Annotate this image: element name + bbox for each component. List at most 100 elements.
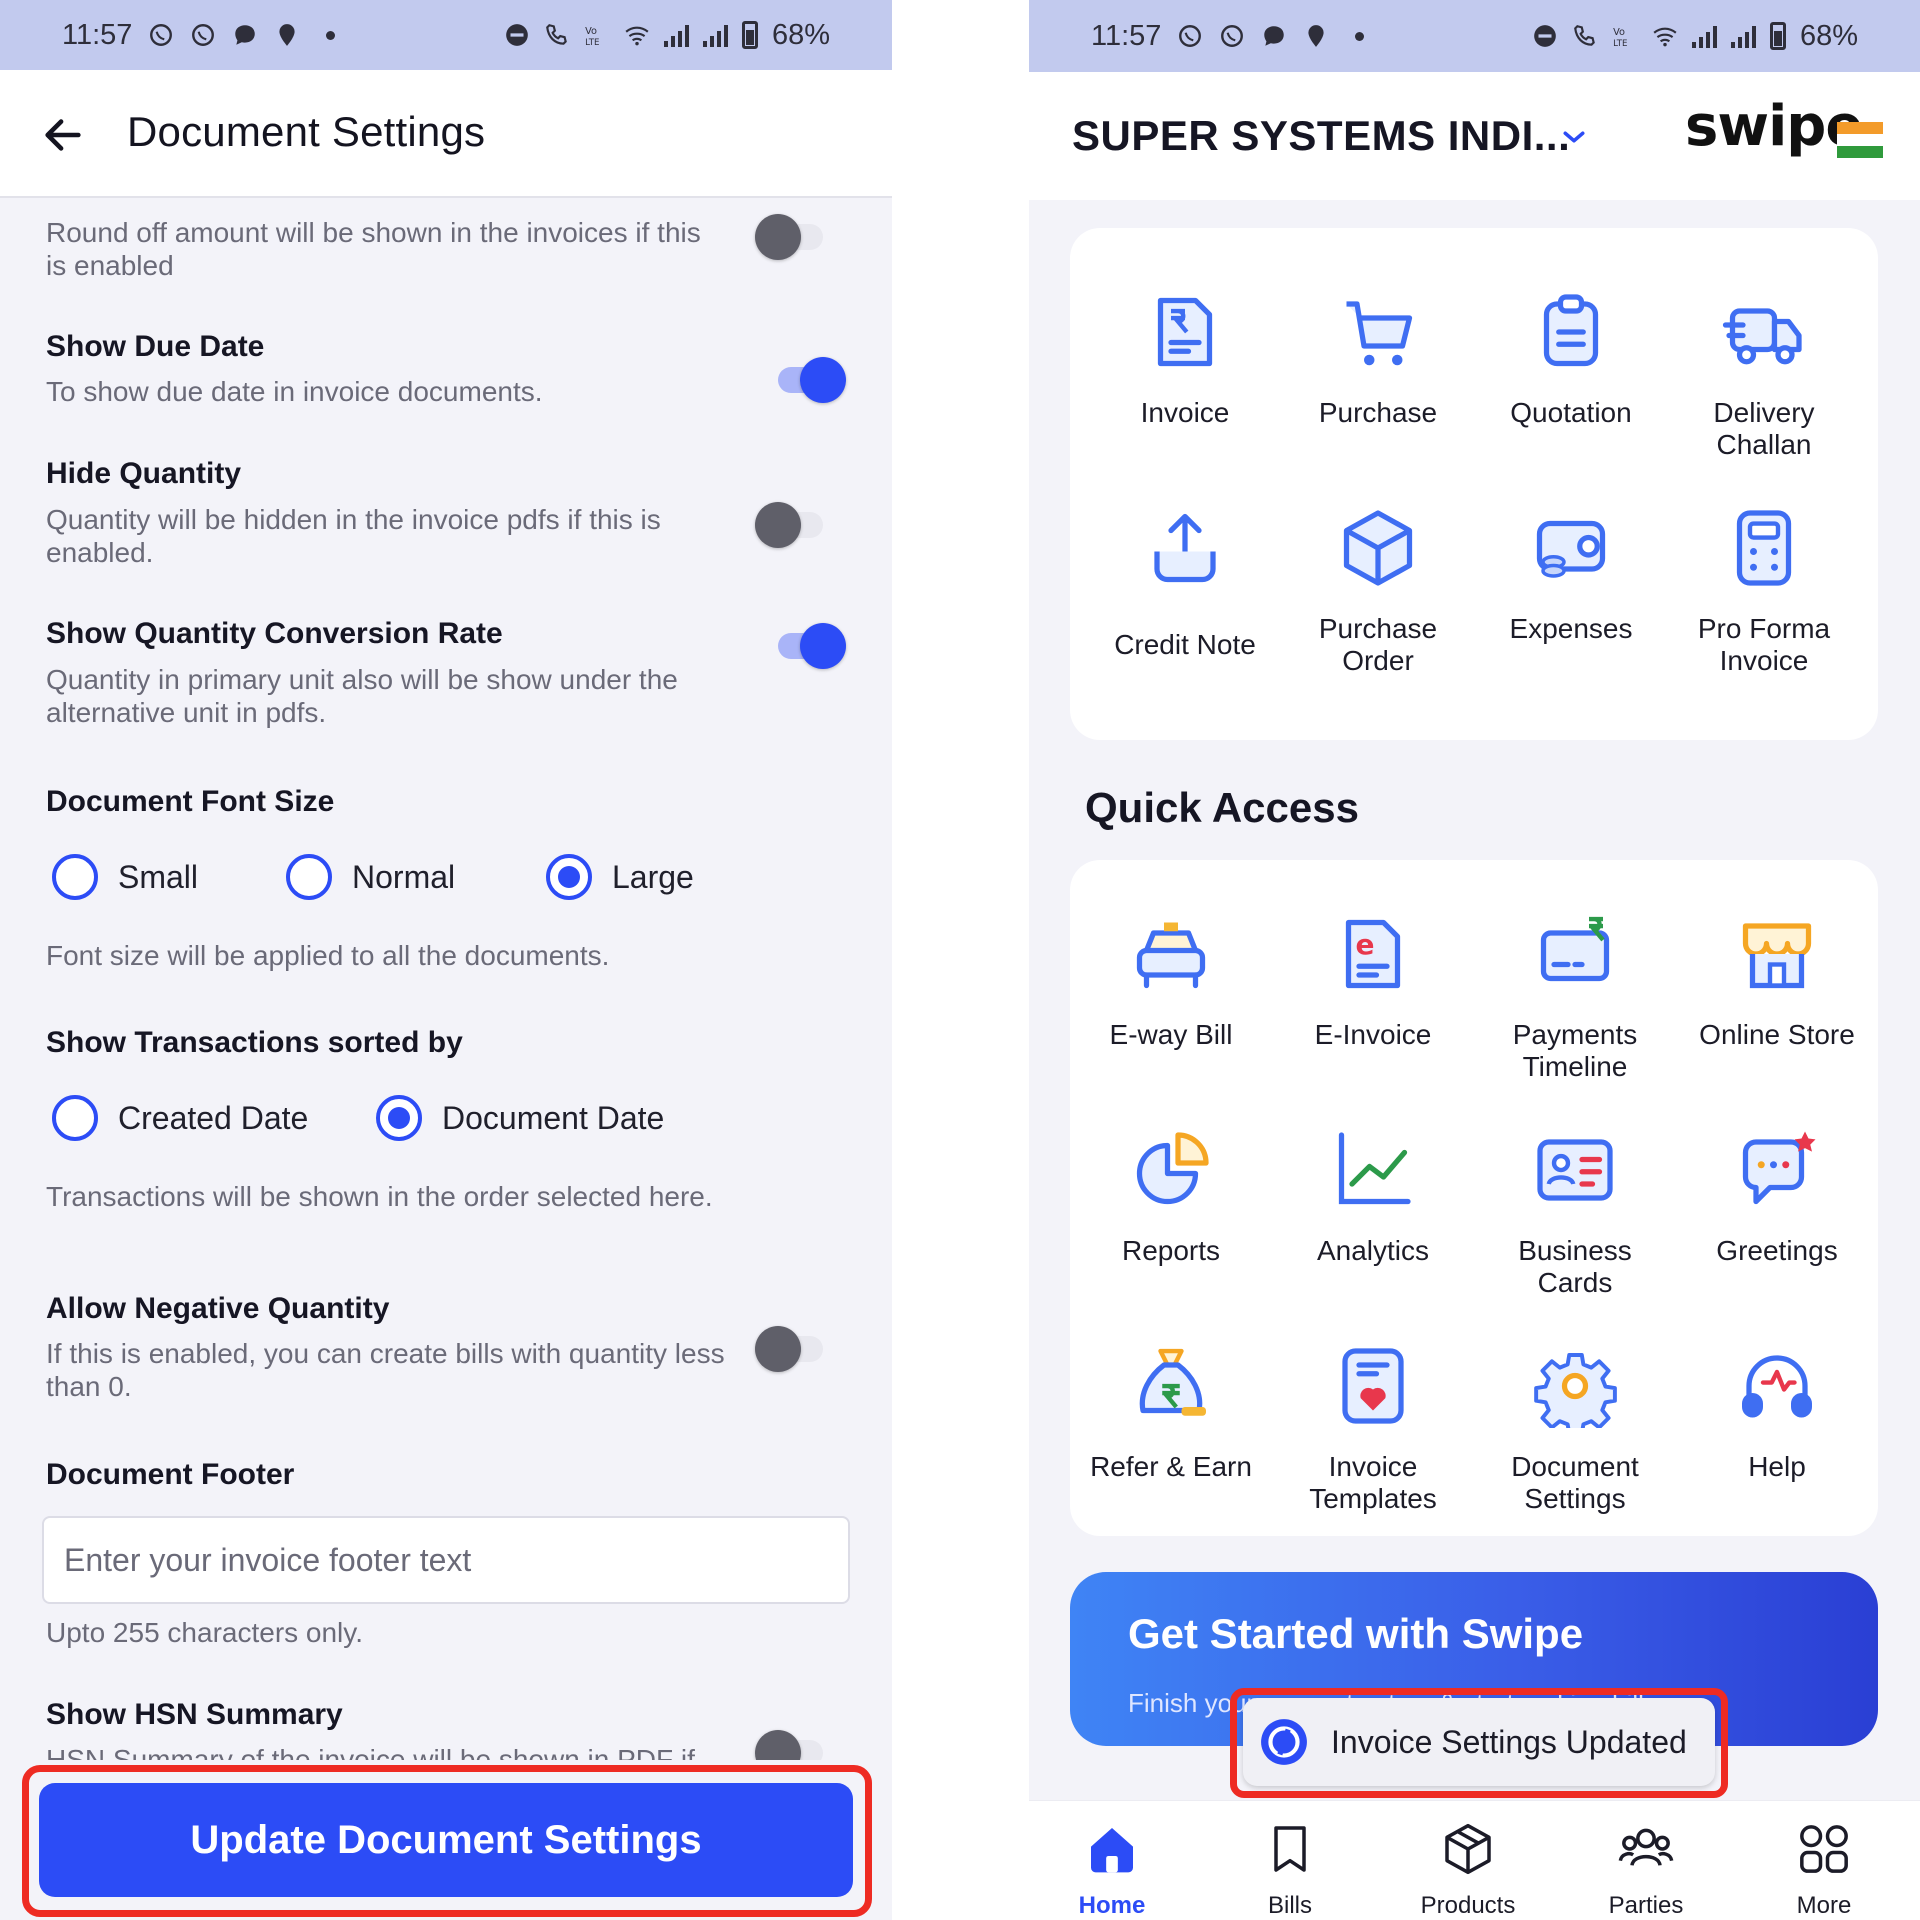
setting-due-date-desc: To show due date in invoice documents. (46, 376, 543, 407)
home-screen: 11:57 Vo LTE 68% SUPER SYSTEMS INDI... sw… (1029, 0, 1920, 1920)
svg-text:e: e (1356, 928, 1375, 961)
tile-invoice[interactable]: Invoice (1090, 290, 1280, 429)
banner-title: Get Started with Swipe (1128, 1610, 1584, 1657)
conversion-rate-toggle[interactable] (778, 621, 846, 671)
nav-more[interactable]: More (1749, 1821, 1899, 1920)
quick-access-card: E-way Bill e E-Invoice Payments Timeline… (1070, 860, 1878, 1536)
nav-products[interactable]: Products (1393, 1821, 1543, 1920)
radio-circle (52, 1095, 98, 1141)
location-icon (1308, 25, 1325, 47)
tile-pro-forma-invoice[interactable]: Pro Forma Invoice (1669, 506, 1859, 677)
chevron-down-icon[interactable] (1557, 122, 1591, 152)
tile-label: Analytics (1316, 1235, 1430, 1266)
negative-quantity-desc: If this is enabled, you can create bills… (46, 1338, 725, 1402)
hide-quantity-toggle[interactable] (755, 500, 823, 550)
signal-icon (663, 23, 689, 47)
nav-parties[interactable]: Parties (1571, 1821, 1721, 1920)
whatsapp-icon (192, 24, 215, 46)
calculator-icon (1736, 510, 1792, 586)
update-document-settings-button[interactable]: Update Document Settings (39, 1783, 853, 1897)
bottom-navigation: Home Bills Products Parties More (1029, 1800, 1920, 1920)
signal-icon (702, 23, 728, 47)
radio-circle (546, 854, 592, 900)
headset-icon (1742, 1355, 1812, 1418)
document-settings-screen: 11:57 Vo LTE 68% Document Settings Round … (0, 0, 892, 1920)
signal-icon (1691, 24, 1717, 48)
setting-conversion-title: Show Quantity Conversion Rate (46, 617, 503, 650)
tile-e-invoice[interactable]: e E-Invoice (1278, 912, 1468, 1051)
call-icon (546, 24, 567, 45)
people-icon (1618, 1828, 1674, 1866)
font-size-small-radio[interactable]: Small (52, 854, 198, 900)
tile-expenses[interactable]: Expenses (1476, 506, 1666, 645)
round-off-toggle[interactable] (755, 212, 823, 262)
due-date-toggle[interactable] (778, 355, 846, 405)
volte-icon: VoLTE (585, 26, 599, 48)
negative-quantity-toggle[interactable] (755, 1324, 823, 1374)
location-icon (279, 24, 296, 46)
footer-note: Upto 255 characters only. (46, 1617, 363, 1648)
bookmark-icon (1274, 1826, 1306, 1872)
radio-label: Created Date (118, 1099, 309, 1136)
tile-purchase[interactable]: Purchase (1283, 290, 1473, 429)
tile-business-cards[interactable]: Business Cards (1480, 1128, 1670, 1299)
upload-icon (1154, 513, 1216, 583)
tile-label: Online Store (1699, 1019, 1855, 1050)
swipe-app-icon (1261, 1719, 1307, 1765)
toast-notification: Invoice Settings Updated (1243, 1698, 1715, 1786)
tile-purchase-order[interactable]: Purchase Order (1283, 506, 1473, 677)
font-size-normal-radio[interactable]: Normal (286, 854, 455, 900)
footer-text-input[interactable] (42, 1516, 850, 1604)
tile-label: Business Cards (1518, 1235, 1632, 1298)
tile-help[interactable]: Help (1682, 1344, 1872, 1483)
app-bar: SUPER SYSTEMS INDI... swipe (1029, 72, 1920, 200)
grid-icon (1800, 1825, 1848, 1873)
hsn-summary-toggle[interactable] (755, 1728, 823, 1760)
quick-access-title: Quick Access (1085, 784, 1359, 831)
nav-bills[interactable]: Bills (1215, 1821, 1365, 1920)
call-icon (1574, 25, 1595, 46)
settings-gear-icon (1534, 1353, 1617, 1436)
sort-document-date-radio[interactable]: Document Date (376, 1095, 664, 1141)
tile-reports[interactable]: Reports (1076, 1128, 1266, 1267)
nav-label: Parties (1608, 1892, 1684, 1919)
tile-credit-note[interactable]: Credit Note (1090, 506, 1280, 661)
sort-created-date-radio[interactable]: Created Date (52, 1095, 308, 1141)
tile-document-settings[interactable]: Document Settings (1480, 1344, 1670, 1515)
signal-icon (1730, 24, 1756, 48)
company-selector[interactable]: SUPER SYSTEMS INDI... (1072, 112, 1570, 160)
nav-home[interactable]: Home (1037, 1821, 1187, 1920)
font-size-large-radio[interactable]: Large (546, 854, 694, 900)
setting-hide-quantity-title: Hide Quantity (46, 457, 242, 490)
home-icon (1091, 1828, 1133, 1873)
tile-payments-timeline[interactable]: Payments Timeline (1480, 912, 1670, 1083)
money-bag-icon (1139, 1348, 1206, 1416)
dnd-icon (1534, 25, 1556, 47)
sort-note: Transactions will be shown in the order … (46, 1181, 713, 1212)
tile-delivery-challan[interactable]: Delivery Challan (1669, 290, 1859, 461)
payment-card-icon (1540, 916, 1610, 982)
volte-icon: VoLTE (1613, 27, 1627, 49)
wifi-icon (625, 26, 649, 46)
tile-online-store[interactable]: Online Store (1682, 912, 1872, 1051)
swipe-logo: swipe (1685, 94, 1863, 159)
tile-analytics[interactable]: Analytics (1278, 1128, 1468, 1267)
chat-icon (1264, 26, 1285, 46)
radio-circle (376, 1095, 422, 1141)
setting-conversion-desc: Quantity in primary unit also will be sh… (46, 664, 678, 728)
tile-greetings[interactable]: Greetings (1682, 1128, 1872, 1267)
back-arrow-icon[interactable] (40, 112, 86, 158)
tile-eway-bill[interactable]: E-way Bill (1076, 912, 1266, 1051)
tile-invoice-templates[interactable]: Invoice Templates (1278, 1344, 1468, 1515)
tile-refer-earn[interactable]: Refer & Earn (1076, 1344, 1266, 1483)
wifi-icon (1653, 27, 1677, 47)
tile-label: Help (1748, 1451, 1806, 1482)
tile-quotation[interactable]: Quotation (1476, 290, 1666, 429)
tile-label: E-Invoice (1314, 1019, 1432, 1050)
nav-label: More (1796, 1892, 1852, 1919)
tile-label: Purchase (1318, 397, 1438, 428)
tile-label: Refer & Earn (1090, 1451, 1252, 1482)
india-flag-icon (1837, 122, 1883, 158)
greeting-chat-icon (1742, 1131, 1816, 1205)
tile-label: Quotation (1510, 397, 1632, 428)
